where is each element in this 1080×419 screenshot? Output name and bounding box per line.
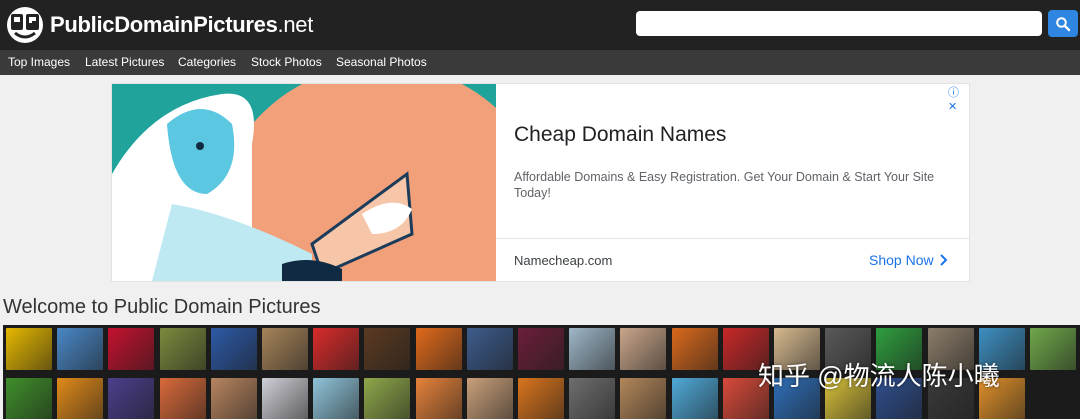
nav-top-images[interactable]: Top Images (8, 50, 70, 75)
thumb-peaches[interactable] (415, 378, 462, 419)
thumb-pumpkins[interactable] (57, 378, 104, 419)
thumb-sunburst[interactable] (6, 328, 52, 370)
adchoices-icon[interactable]: ⓘ ✕ (948, 84, 969, 113)
thumb-keyboard[interactable] (262, 378, 308, 419)
logo-text: PublicDomainPictures.net (50, 12, 314, 37)
thumb-hearts[interactable] (210, 378, 257, 419)
thumb-tower-bridge[interactable] (466, 328, 513, 370)
ad-illustration (112, 84, 496, 281)
thumb-giraffe[interactable] (159, 328, 206, 370)
shop-now-label: Shop Now (869, 252, 934, 268)
thumb-deer[interactable] (364, 378, 411, 419)
thumb-tropical-beach[interactable] (671, 378, 718, 419)
nav-categories[interactable]: Categories (178, 50, 236, 75)
thumb-cathedral[interactable] (620, 378, 667, 419)
shop-now-button[interactable]: Shop Now (869, 252, 948, 268)
thumb-family[interactable] (620, 328, 667, 370)
thumb-wood-texture[interactable] (262, 328, 308, 370)
thumb-elephant[interactable] (569, 378, 616, 419)
page-title: Welcome to Public Domain Pictures (3, 296, 321, 318)
search-button[interactable] (1048, 10, 1078, 37)
thumb-ice[interactable] (569, 328, 616, 370)
thumb-santa-girl[interactable] (313, 328, 360, 370)
site-logo[interactable]: PublicDomainPictures.net (6, 6, 313, 44)
thumb-red-flower[interactable] (108, 328, 155, 370)
thumb-lightbulb[interactable] (108, 378, 155, 419)
thumb-grass[interactable] (6, 378, 52, 419)
yeti-laptop-illustration (112, 84, 496, 281)
chevron-right-icon (939, 254, 948, 266)
thumb-berries[interactable] (518, 328, 564, 370)
pdp-logo-icon (7, 7, 43, 43)
nav-seasonal-photos[interactable]: Seasonal Photos (336, 50, 427, 75)
ad-banner[interactable]: ⓘ ✕ Cheap Domain Names Affordable Domain… (111, 83, 970, 282)
nav-latest-pictures[interactable]: Latest Pictures (85, 50, 164, 75)
search-input[interactable] (636, 11, 1042, 36)
thumb-landscape[interactable] (1030, 328, 1076, 370)
thumb-woman[interactable] (466, 378, 513, 419)
ad-description: Affordable Domains & Easy Registration. … (514, 170, 935, 200)
thumb-beach-chairs[interactable] (313, 378, 360, 419)
main-nav: Top Images Latest Pictures Categories St… (0, 50, 1080, 75)
site-header: PublicDomainPictures.net (0, 0, 1080, 50)
thumb-wind-turbine[interactable] (210, 328, 257, 370)
thumb-autumn-tree[interactable] (518, 378, 564, 419)
ad-domain[interactable]: Namecheap.com (514, 253, 612, 268)
thumb-eye[interactable] (57, 328, 104, 370)
ad-divider (496, 238, 970, 239)
thumb-butterfly[interactable] (671, 328, 718, 370)
search-icon (1056, 16, 1071, 31)
thumb-ornament[interactable] (415, 328, 462, 370)
watermark-overlay: 知乎 @物流人陈小曦 (758, 361, 1000, 391)
thumb-coffee-beans[interactable] (364, 328, 411, 370)
nav-stock-photos[interactable]: Stock Photos (251, 50, 322, 75)
thumb-pencils[interactable] (159, 378, 206, 419)
ad-title[interactable]: Cheap Domain Names (514, 123, 726, 147)
